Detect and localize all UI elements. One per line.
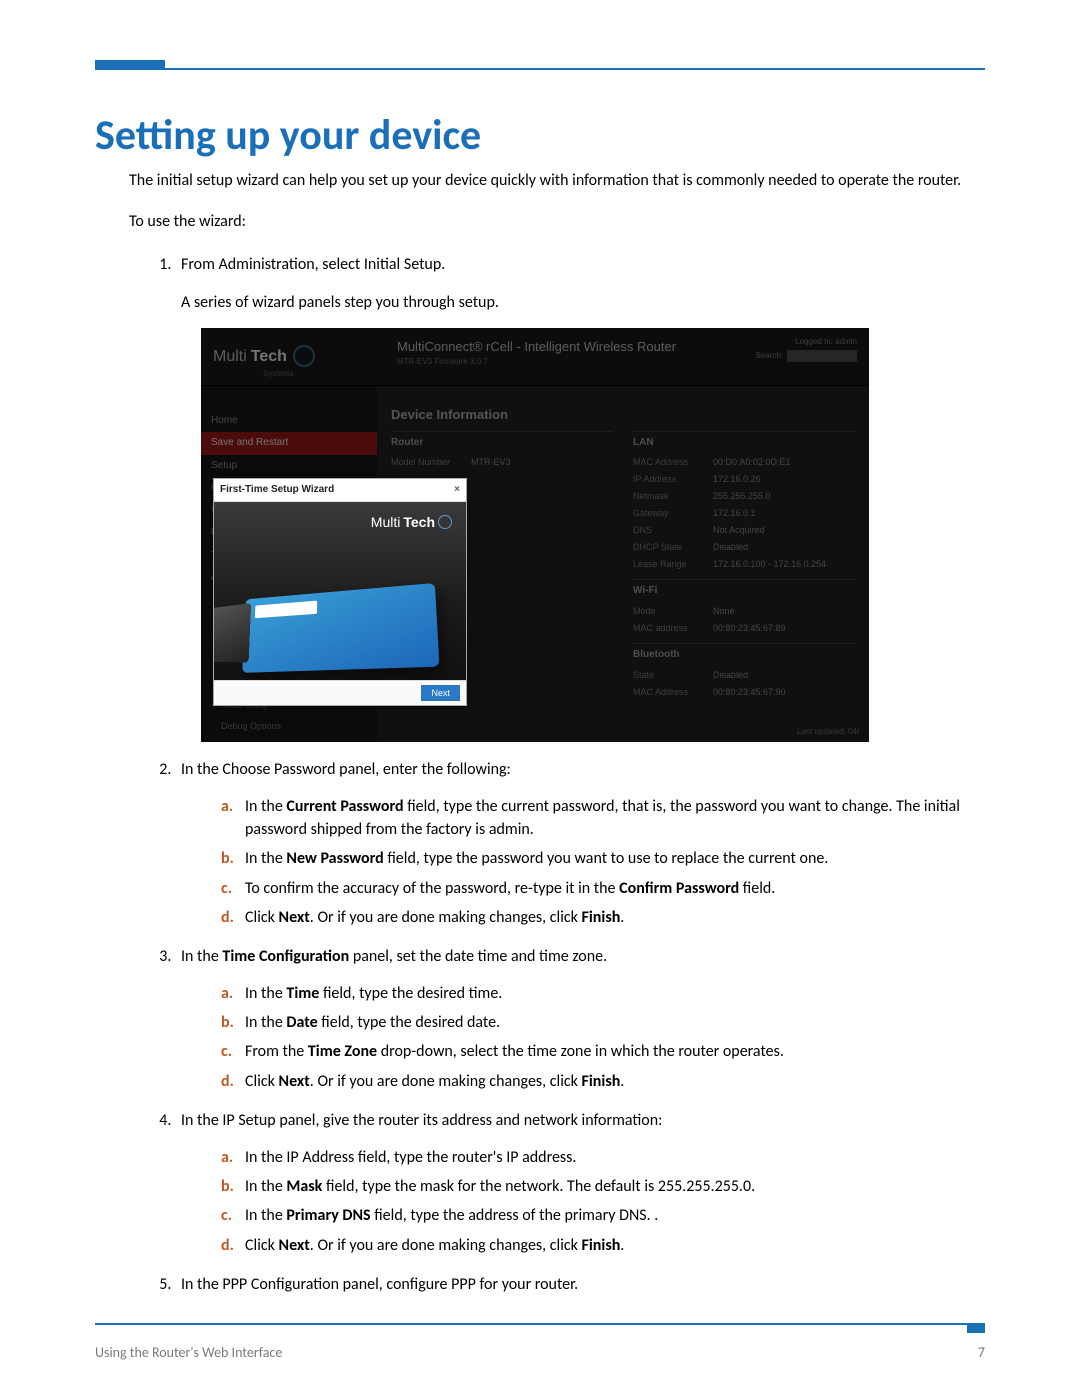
page-number: 7: [978, 1344, 985, 1361]
intro-text: The initial setup wizard can help you se…: [129, 169, 985, 192]
step-4: In the IP Setup panel, give the router i…: [175, 1109, 985, 1257]
page-footer: Using the Router's Web Interface 7: [95, 1344, 985, 1361]
step-1-text-b: A series of wizard panels step you throu…: [181, 291, 985, 314]
logo-circle-icon: [438, 515, 452, 529]
last-updated: Last updated: 04/: [797, 726, 859, 738]
wizard-image: MultiTech: [214, 502, 466, 680]
router-title: MultiConnect® rCell - Intelligent Wirele…: [397, 338, 676, 357]
wizard-title: First-Time Setup Wizard: [220, 483, 334, 498]
step-1: From Administration, select Initial Setu…: [175, 253, 985, 741]
wifi-col-header: Wi-Fi: [633, 579, 855, 603]
device-info-heading: Device Information: [391, 406, 855, 425]
footer-left: Using the Router's Web Interface: [95, 1344, 282, 1361]
sidebar-item-setup[interactable]: Setup: [201, 455, 377, 478]
logged-in-label: Logged In: admin: [795, 336, 857, 348]
close-icon[interactable]: ×: [454, 483, 460, 498]
setup-wizard-modal: First-Time Setup Wizard × MultiTech Next: [213, 478, 467, 707]
sidebar-item-home[interactable]: Home: [201, 410, 377, 433]
step-5: In the PPP Configuration panel, configur…: [175, 1273, 985, 1296]
router-ui-screenshot: MultiTech Systems MultiConnect® rCell - …: [201, 328, 869, 742]
header-rule: [95, 60, 985, 70]
search-area: Search:: [755, 350, 857, 362]
step-3: In the Time Configuration panel, set the…: [175, 945, 985, 1093]
firmware-label: MTR-EV3 Firmware 3.0.7: [397, 356, 488, 368]
router-col-header: Router: [391, 431, 613, 455]
sidebar-sub-support[interactable]: Support: [201, 737, 377, 742]
footer-rule: [95, 1323, 985, 1337]
multitech-logo: MultiTech: [213, 345, 315, 368]
sidebar-sub-debug[interactable]: Debug Options: [201, 716, 377, 737]
device-illustration: [242, 583, 439, 673]
search-input[interactable]: [787, 350, 857, 362]
step-1-text-a: From Administration, select Initial Setu…: [181, 253, 985, 276]
bluetooth-col-header: Bluetooth: [633, 643, 855, 667]
router-header: MultiTech Systems MultiConnect® rCell - …: [201, 328, 869, 386]
step-2: In the Choose Password panel, enter the …: [175, 758, 985, 929]
sidebar-item-save-restart[interactable]: Save and Restart: [201, 432, 377, 455]
lead-text: To use the wizard:: [129, 210, 985, 233]
lan-col-header: LAN: [633, 431, 855, 455]
logo-circle-icon: [293, 345, 315, 367]
multitech-logo: MultiTech: [371, 512, 452, 532]
next-button[interactable]: Next: [421, 685, 460, 701]
step-2-text: In the Choose Password panel, enter the …: [181, 758, 985, 781]
page-title: Setting up your device: [95, 110, 985, 161]
